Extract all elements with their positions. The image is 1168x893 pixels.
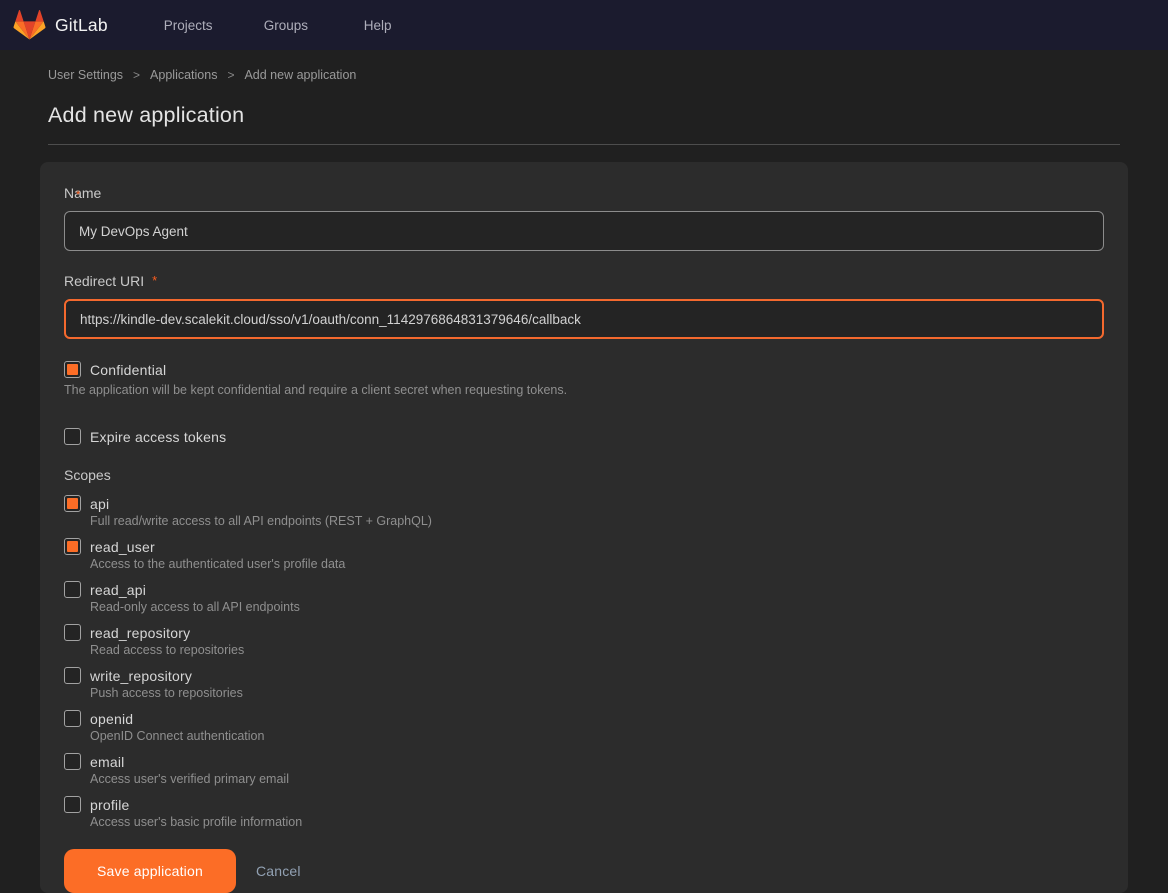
cancel-link[interactable]: Cancel — [256, 863, 301, 879]
scope-name: read_repository — [90, 624, 191, 641]
name-field-block: Name * — [64, 185, 1104, 251]
breadcrumb-separator: > — [133, 68, 141, 82]
scope-name: openid — [90, 710, 134, 727]
form-actions: Save application Cancel — [64, 849, 1104, 893]
scope-checkbox[interactable] — [64, 538, 81, 555]
breadcrumb-current: Add new application — [244, 68, 357, 82]
redirect-uri-label: Redirect URI * — [64, 273, 158, 289]
scopes-heading: Scopes — [64, 467, 111, 483]
scope-item: read_user Access to the authenticated us… — [64, 538, 1104, 571]
scope-item: read_api Read-only access to all API end… — [64, 581, 1104, 614]
scope-description: Access user's verified primary email — [90, 772, 289, 786]
breadcrumb-user-settings[interactable]: User Settings — [48, 68, 123, 82]
required-asterisk: * — [152, 273, 158, 288]
redirect-uri-field-block: Redirect URI * — [64, 273, 1104, 339]
top-navbar: GitLab Projects Groups Help — [0, 0, 1168, 50]
scopes-list: api Full read/write access to all API en… — [64, 495, 1104, 829]
scope-name: api — [90, 495, 110, 512]
scope-name: write_repository — [90, 667, 193, 684]
scope-checkbox[interactable] — [64, 710, 81, 727]
scope-name: profile — [90, 796, 130, 813]
title-divider — [48, 144, 1120, 145]
gitlab-brand[interactable]: GitLab — [13, 9, 108, 41]
application-form-card: Name* Redirect URI* Confidential The app… — [40, 162, 1128, 893]
scope-description: Push access to repositories — [90, 686, 243, 700]
save-application-button[interactable]: Save application — [64, 849, 236, 893]
expire-tokens-block: Expire access tokens — [64, 428, 1104, 445]
breadcrumb: User Settings > Applications > Add new a… — [48, 68, 1128, 82]
confidential-label: Confidential — [90, 361, 167, 378]
scope-name: read_api — [90, 581, 147, 598]
scope-description: Read-only access to all API endpoints — [90, 600, 300, 614]
page-content: User Settings > Applications > Add new a… — [0, 68, 1168, 893]
navbar-links: Projects Groups Help — [164, 18, 392, 33]
scope-description: Access user's basic profile information — [90, 815, 303, 829]
scope-checkbox[interactable] — [64, 495, 81, 512]
scope-description: OpenID Connect authentication — [90, 729, 265, 743]
nav-item-help[interactable]: Help — [364, 18, 392, 33]
scope-checkbox[interactable] — [64, 796, 81, 813]
confidential-checkbox[interactable] — [64, 361, 81, 378]
scope-description: Access to the authenticated user's profi… — [90, 557, 346, 571]
scope-item: email Access user's verified primary ema… — [64, 753, 1104, 786]
scope-checkbox[interactable] — [64, 667, 81, 684]
scope-item: read_repository Read access to repositor… — [64, 624, 1104, 657]
page-title: Add new application — [48, 103, 245, 127]
breadcrumb-separator: > — [227, 68, 235, 82]
name-label: Name * — [64, 185, 102, 201]
nav-item-projects[interactable]: Projects — [164, 18, 264, 33]
brand-name: GitLab — [55, 14, 108, 35]
scope-item: profile Access user's basic profile info… — [64, 796, 1104, 829]
scope-name: email — [90, 753, 125, 770]
redirect-uri-input[interactable] — [64, 299, 1104, 339]
confidential-block: Confidential The application will be kep… — [64, 361, 1104, 397]
scope-checkbox[interactable] — [64, 581, 81, 598]
breadcrumb-applications[interactable]: Applications — [150, 68, 217, 82]
scope-name: read_user — [90, 538, 155, 555]
name-input[interactable] — [64, 211, 1104, 251]
scope-item: write_repository Push access to reposito… — [64, 667, 1104, 700]
scope-checkbox[interactable] — [64, 624, 81, 641]
expire-tokens-checkbox[interactable] — [64, 428, 81, 445]
required-asterisk: * — [76, 189, 81, 201]
scope-description: Full read/write access to all API endpoi… — [90, 514, 432, 528]
nav-item-groups[interactable]: Groups — [264, 18, 364, 33]
scope-checkbox[interactable] — [64, 753, 81, 770]
expire-tokens-label: Expire access tokens — [90, 428, 227, 445]
scope-item: api Full read/write access to all API en… — [64, 495, 1104, 528]
scope-item: openid OpenID Connect authentication — [64, 710, 1104, 743]
scope-description: Read access to repositories — [90, 643, 245, 657]
gitlab-tanuki-icon — [13, 9, 46, 41]
confidential-description: The application will be kept confidentia… — [64, 383, 568, 397]
